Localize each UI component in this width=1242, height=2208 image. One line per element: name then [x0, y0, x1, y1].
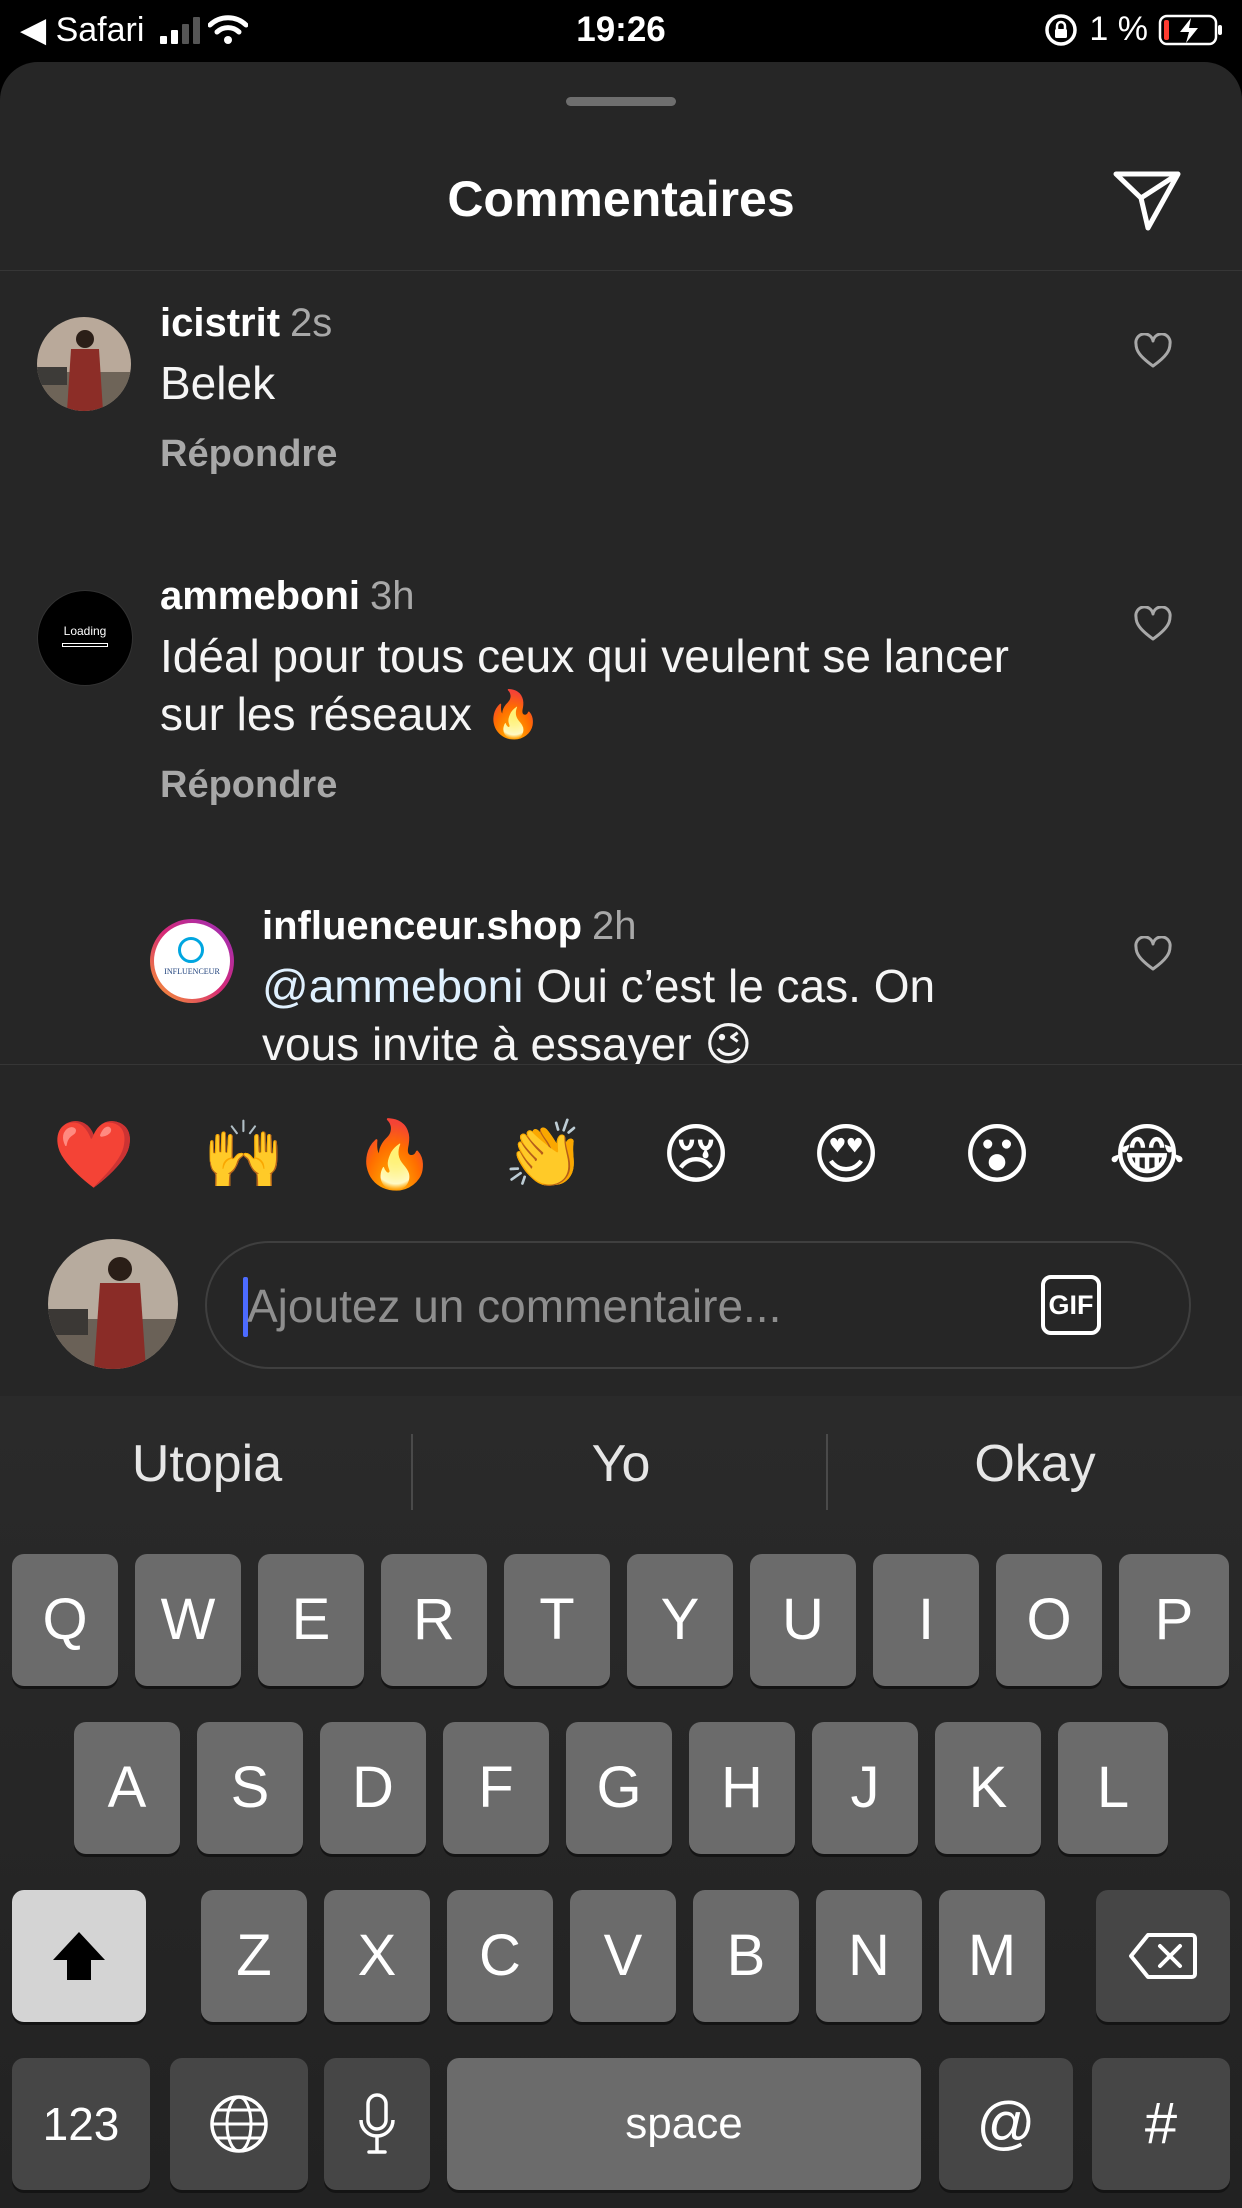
key-g[interactable]: G: [566, 1722, 672, 1854]
comment-input[interactable]: Ajoutez un commentaire... GIF: [205, 1241, 1191, 1369]
comment-username[interactable]: ammeboni: [160, 574, 360, 618]
key-h[interactable]: H: [689, 1722, 795, 1854]
key-a[interactable]: A: [74, 1722, 180, 1854]
comment-username[interactable]: icistrit: [160, 301, 280, 345]
emoji-fire[interactable]: 🔥: [345, 1115, 445, 1195]
emoji-heart-eyes[interactable]: 😍: [796, 1115, 896, 1195]
predictive-bar: Utopia Yo Okay: [0, 1396, 1242, 1546]
backspace-key[interactable]: [1096, 1890, 1230, 2022]
emoji-heart[interactable]: ❤️: [44, 1115, 144, 1195]
emoji-clap[interactable]: 👏: [495, 1115, 595, 1195]
key-l[interactable]: L: [1058, 1722, 1168, 1854]
key-s[interactable]: S: [197, 1722, 303, 1854]
suggestion-3[interactable]: Okay: [828, 1434, 1242, 1494]
key-m[interactable]: M: [939, 1890, 1045, 2022]
avatar[interactable]: Loading: [37, 590, 133, 686]
reply-button[interactable]: Répondre: [160, 433, 337, 476]
key-w[interactable]: W: [135, 1554, 241, 1686]
heart-icon[interactable]: [1133, 333, 1173, 369]
comment-input-row: Ajoutez un commentaire... GIF: [0, 1229, 1242, 1396]
heart-icon[interactable]: [1133, 606, 1173, 642]
battery-icon: [1158, 14, 1222, 45]
hash-key[interactable]: #: [1092, 2058, 1230, 2190]
key-j[interactable]: J: [812, 1722, 918, 1854]
my-avatar: [48, 1239, 178, 1369]
shift-key[interactable]: [12, 1890, 146, 2022]
globe-icon: [210, 2095, 268, 2153]
microphone-icon: [359, 2093, 395, 2154]
emoji-crying[interactable]: 😢: [646, 1115, 746, 1195]
comment-text: @ammeboni Oui c’est le cas. On vous invi…: [262, 957, 935, 1064]
keyboard: Utopia Yo Okay Q W E R T Y U I O P A S D…: [0, 1396, 1242, 2208]
send-icon[interactable]: [1112, 170, 1182, 232]
key-v[interactable]: V: [570, 1890, 676, 2022]
key-e[interactable]: E: [258, 1554, 364, 1686]
sheet-header: Commentaires: [0, 62, 1242, 271]
key-r[interactable]: R: [381, 1554, 487, 1686]
avatar[interactable]: [37, 317, 131, 411]
heart-icon[interactable]: [1133, 936, 1173, 972]
reply-comment-item: INFLUENCEUR influenceur.shop 2h @ammeboni…: [0, 874, 1242, 1064]
battery-percent: 1 %: [1089, 10, 1148, 48]
comments-list: icistrit 2s Belek Répondre Loading ammebo…: [0, 271, 1242, 1064]
comment-text: Belek: [160, 357, 276, 409]
comment-text-line: vous invite à essayer 😉: [262, 1018, 753, 1064]
comment-text: Idéal pour tous ceux qui veulent se lanc…: [160, 627, 1009, 743]
comments-sheet: Commentaires icistrit2s Belek Répondre: [0, 62, 1242, 1396]
emoji-laughing[interactable]: 😂: [1097, 1115, 1197, 1195]
key-n[interactable]: N: [816, 1890, 922, 2022]
comment-time: 2h: [592, 904, 637, 948]
key-z[interactable]: Z: [201, 1890, 307, 2022]
backspace-icon: [1129, 1933, 1197, 1979]
numbers-key[interactable]: 123: [12, 2058, 150, 2190]
key-u[interactable]: U: [750, 1554, 856, 1686]
comment-item: icistrit 2s Belek Répondre: [0, 271, 1242, 544]
gif-button[interactable]: GIF: [1041, 1275, 1101, 1335]
key-b[interactable]: B: [693, 1890, 799, 2022]
key-f[interactable]: F: [443, 1722, 549, 1854]
key-p[interactable]: P: [1119, 1554, 1229, 1686]
key-o[interactable]: O: [996, 1554, 1102, 1686]
avatar-label: Loading: [63, 624, 107, 638]
avatar[interactable]: INFLUENCEUR: [150, 919, 234, 1003]
dictation-key[interactable]: [324, 2058, 430, 2190]
emoji-raised-hands[interactable]: 🙌: [194, 1115, 294, 1195]
at-key[interactable]: @: [939, 2058, 1073, 2190]
comment-text-line: Idéal pour tous ceux qui veulent se lanc…: [160, 630, 1009, 682]
emoji-surprised[interactable]: 😮: [947, 1115, 1047, 1195]
orientation-lock-icon: [1045, 13, 1078, 46]
comment-text-line: Oui c’est le cas. On: [523, 960, 936, 1012]
globe-key[interactable]: [170, 2058, 308, 2190]
suggestion-1[interactable]: Utopia: [0, 1434, 414, 1494]
key-c[interactable]: C: [447, 1890, 553, 2022]
key-q[interactable]: Q: [12, 1554, 118, 1686]
comment-username[interactable]: influenceur.shop: [262, 904, 582, 948]
comment-time: 3h: [370, 574, 415, 618]
comment-text-line: sur les réseaux 🔥: [160, 688, 542, 740]
comment-item: Loading ammeboni 3h Idéal pour tous ceux …: [0, 544, 1242, 874]
key-x[interactable]: X: [324, 1890, 430, 2022]
mention-link[interactable]: @ammeboni: [262, 960, 523, 1012]
avatar-label: INFLUENCEUR: [164, 967, 220, 976]
suggestion-2[interactable]: Yo: [414, 1434, 828, 1494]
space-key[interactable]: space: [447, 2058, 921, 2190]
emoji-quick-bar: ❤️ 🙌 🔥 👏 😢 😍 😮 😂: [0, 1064, 1242, 1230]
sheet-title: Commentaires: [447, 171, 795, 227]
key-d[interactable]: D: [320, 1722, 426, 1854]
comment-placeholder: Ajoutez un commentaire...: [247, 1280, 782, 1332]
key-k[interactable]: K: [935, 1722, 1041, 1854]
comment-time: 2s: [290, 301, 333, 345]
key-t[interactable]: T: [504, 1554, 610, 1686]
key-y[interactable]: Y: [627, 1554, 733, 1686]
reply-button[interactable]: Répondre: [160, 764, 337, 807]
status-bar: ◀ Safari 19:26 1 %: [0, 0, 1242, 62]
shift-icon: [53, 1932, 105, 1980]
key-i[interactable]: I: [873, 1554, 979, 1686]
